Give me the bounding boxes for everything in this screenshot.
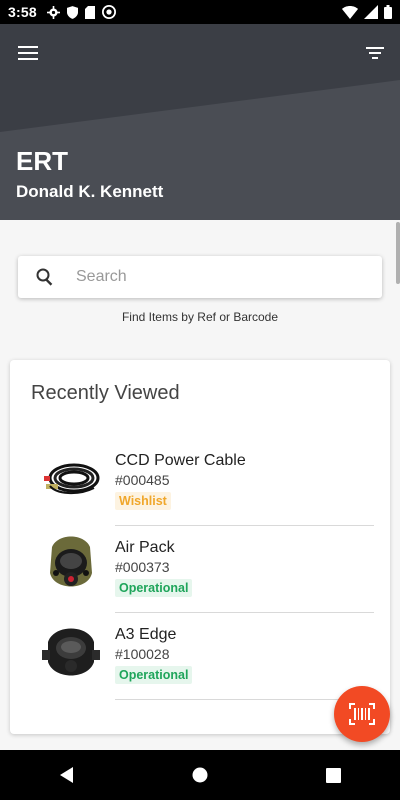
main-content: Find Items by Ref or Barcode Recently Vi… <box>0 220 400 750</box>
nav-home-button[interactable] <box>180 755 220 795</box>
recently-viewed-title: Recently Viewed <box>31 382 180 404</box>
user-name: Donald K. Kennett <box>16 182 164 201</box>
barcode-scan-icon <box>349 703 375 725</box>
search-box[interactable] <box>18 256 382 298</box>
list-item[interactable]: A3 Edge #100028 Operational <box>38 614 374 700</box>
hamburger-menu-icon[interactable] <box>18 44 40 62</box>
item-name: Air Pack <box>115 539 175 556</box>
wifi-icon <box>342 5 358 19</box>
divider <box>115 699 374 700</box>
sync-icon <box>101 5 116 19</box>
item-name: A3 Edge <box>115 626 177 643</box>
status-bar: 3:58 <box>0 0 400 24</box>
helmet-mask-image <box>42 628 100 676</box>
scrollbar[interactable] <box>396 222 400 284</box>
divider <box>115 612 374 613</box>
divider <box>115 525 374 526</box>
nav-recents-button[interactable] <box>313 755 353 795</box>
filter-icon[interactable] <box>364 44 386 62</box>
search-icon <box>36 268 53 286</box>
search-input[interactable] <box>74 267 358 287</box>
item-ref: #100028 <box>115 646 170 662</box>
air-pack-mask-image <box>50 536 92 587</box>
nav-back-button[interactable] <box>47 755 87 795</box>
system-nav-bar <box>0 750 400 800</box>
signal-icon <box>364 5 378 19</box>
battery-icon <box>384 5 392 19</box>
status-icons-right <box>342 5 392 19</box>
recents-icon <box>325 767 341 783</box>
item-ref: #000485 <box>115 472 170 488</box>
status-time: 3:58 <box>8 4 37 20</box>
app-header: ERT Donald K. Kennett <box>0 24 400 220</box>
app-title: ERT <box>16 146 68 176</box>
gear-icon <box>46 5 60 19</box>
sd-card-icon <box>84 5 95 19</box>
item-name: CCD Power Cable <box>115 452 246 469</box>
list-item[interactable]: CCD Power Cable #000485 Wishlist <box>38 440 374 526</box>
home-icon <box>192 767 208 783</box>
power-cable-image <box>44 463 100 494</box>
status-badge: Operational <box>115 666 193 684</box>
status-badge: Operational <box>115 579 193 597</box>
barcode-scan-button[interactable] <box>334 686 390 742</box>
list-item[interactable]: Air Pack #000373 Operational <box>38 527 374 613</box>
back-icon <box>59 767 73 783</box>
status-icons-left <box>46 5 116 19</box>
recently-viewed-card: Recently Viewed CCD Power Cable #000485 … <box>10 360 390 734</box>
status-badge: Wishlist <box>115 492 171 510</box>
shield-icon <box>66 5 78 19</box>
item-ref: #000373 <box>115 559 170 575</box>
search-hint: Find Items by Ref or Barcode <box>121 310 279 324</box>
